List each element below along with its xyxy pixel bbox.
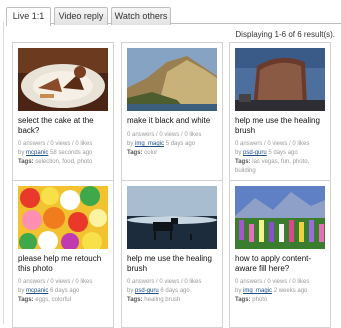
content-left-border bbox=[3, 22, 4, 324]
tags-list: healing brush bbox=[144, 297, 181, 303]
post-time: 2 weeks ago bbox=[273, 288, 308, 294]
username-link[interactable]: mcpanic bbox=[26, 150, 48, 156]
tags-label: Tags: bbox=[127, 150, 143, 156]
tags-list: selection, food, photo bbox=[35, 159, 93, 165]
by-label: by bbox=[127, 288, 134, 294]
card-title[interactable]: help me use the healing brush bbox=[235, 116, 327, 136]
by-label: by bbox=[235, 150, 242, 156]
moose-lake-photo-thumbnail[interactable] bbox=[127, 186, 217, 249]
tags-list: photo bbox=[252, 297, 268, 303]
tags-label: Tags: bbox=[18, 159, 34, 165]
by-label: by bbox=[235, 288, 242, 294]
cake-photo-thumbnail[interactable] bbox=[18, 48, 108, 111]
question-card[interactable]: how to apply content-aware fill here? 0 … bbox=[229, 180, 331, 328]
tags-list: eggs, colorful bbox=[35, 297, 71, 303]
question-card[interactable]: please help me retouch this photo 0 answ… bbox=[12, 180, 114, 328]
tab-bar: Live 1:1 Video reply Watch others bbox=[6, 5, 341, 26]
card-stats: 0 answers / 0 views / 0 likes bbox=[235, 141, 310, 147]
card-byline: by mcpanic 6 days ago bbox=[18, 287, 112, 296]
card-byline: by psd-guru 5 days ago bbox=[235, 149, 329, 158]
tags-label: Tags: bbox=[18, 297, 34, 303]
card-byline: by img_magic 2 weeks ago bbox=[235, 287, 329, 296]
by-label: by bbox=[18, 288, 25, 294]
card-stats: 0 answers / 0 views / 0 likes bbox=[127, 279, 202, 285]
username-link[interactable]: psd-guru bbox=[135, 288, 159, 294]
by-label: by bbox=[127, 141, 134, 147]
flower-field-photo-thumbnail[interactable] bbox=[235, 186, 325, 249]
card-stats: 0 answers / 0 views / 0 likes bbox=[18, 279, 93, 285]
username-link[interactable]: psd-guru bbox=[243, 150, 267, 156]
tags-label: Tags: bbox=[235, 159, 251, 165]
colorful-candy-photo-thumbnail[interactable] bbox=[18, 186, 108, 249]
tags-label: Tags: bbox=[127, 297, 143, 303]
card-stats: 0 answers / 0 views / 0 likes bbox=[127, 132, 202, 138]
post-time: 5 days ago bbox=[165, 141, 196, 147]
tab-live[interactable]: Live 1:1 bbox=[6, 7, 51, 26]
card-tags: Tags: eggs, colorful bbox=[18, 296, 112, 305]
cliff-coast-photo-thumbnail[interactable] bbox=[127, 48, 217, 111]
question-card[interactable]: help me use the healing brush 0 answers … bbox=[229, 42, 331, 190]
tags-list: color bbox=[144, 150, 158, 156]
card-title[interactable]: how to apply content-aware fill here? bbox=[235, 254, 327, 274]
card-title[interactable]: select the cake at the back? bbox=[18, 116, 110, 136]
username-link[interactable]: img_magic bbox=[243, 288, 272, 294]
tab-video-reply[interactable]: Video reply bbox=[54, 7, 108, 25]
card-tags: Tags: healing brush bbox=[127, 296, 221, 305]
card-byline: by img_magic 5 days ago bbox=[127, 140, 221, 149]
card-tags: Tags: las vegas, fun, photo, building bbox=[235, 158, 329, 176]
hotel-building-photo-thumbnail[interactable] bbox=[235, 48, 325, 111]
username-link[interactable]: mcpanic bbox=[26, 288, 48, 294]
question-card[interactable]: help me use the healing brush 0 answers … bbox=[121, 180, 223, 328]
post-time: 5 days ago bbox=[268, 150, 298, 156]
card-stats: 0 answers / 0 views / 0 likes bbox=[18, 141, 93, 147]
question-card[interactable]: select the cake at the back? 0 answers /… bbox=[12, 42, 114, 190]
post-time: 6 days ago bbox=[50, 288, 80, 294]
card-byline: by psd-guru 6 days ago bbox=[127, 287, 221, 296]
card-tags: Tags: color bbox=[127, 149, 221, 158]
post-time: 58 seconds ago bbox=[50, 150, 93, 156]
tab-watch-others[interactable]: Watch others bbox=[111, 7, 171, 25]
by-label: by bbox=[18, 150, 25, 156]
card-title[interactable]: make it black and white bbox=[127, 116, 219, 126]
card-byline: by mcpanic 58 seconds ago bbox=[18, 149, 112, 158]
post-time: 6 days ago bbox=[160, 288, 190, 294]
card-stats: 0 answers / 0 views / 0 likes bbox=[235, 279, 310, 285]
card-title[interactable]: please help me retouch this photo bbox=[18, 254, 110, 274]
tags-label: Tags: bbox=[235, 297, 251, 303]
question-card[interactable]: make it black and white 0 answers / 0 vi… bbox=[121, 42, 223, 190]
username-link[interactable]: img_magic bbox=[135, 141, 164, 147]
card-tags: Tags: photo bbox=[235, 296, 329, 305]
card-title[interactable]: help me use the healing brush bbox=[127, 254, 219, 274]
card-tags: Tags: selection, food, photo bbox=[18, 158, 112, 167]
results-count: Displaying 1-6 of 6 result(s). bbox=[235, 30, 335, 39]
